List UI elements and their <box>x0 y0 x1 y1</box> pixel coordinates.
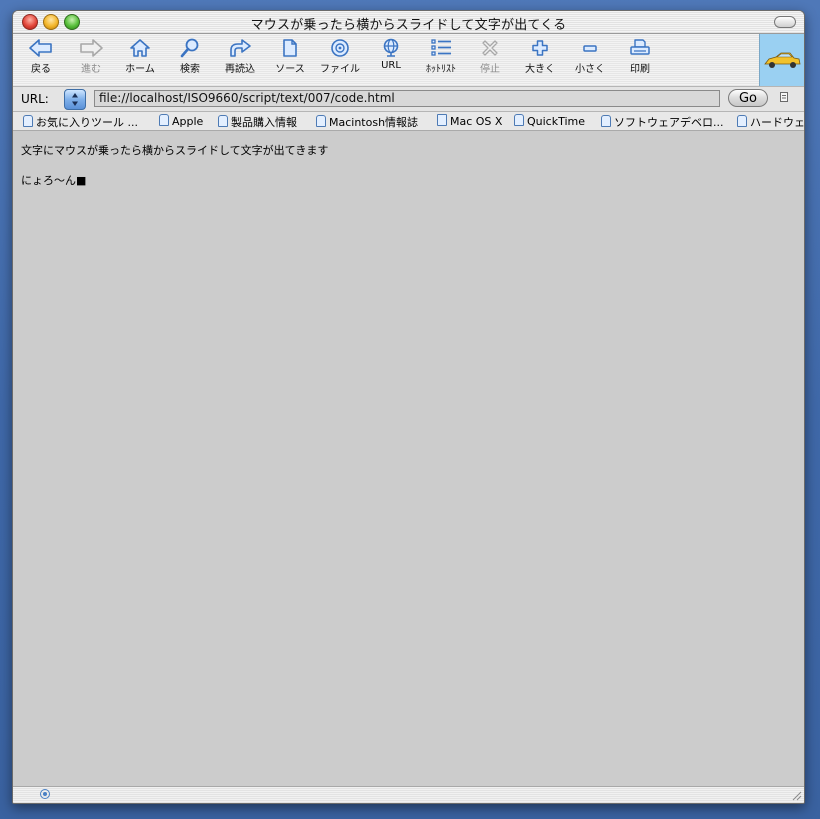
reload-label: 再読込 <box>225 64 255 75</box>
favorite-label: QuickTime <box>527 115 586 128</box>
hotlist-button[interactable]: ﾎｯﾄﾘｽﾄ <box>416 36 466 82</box>
url-input[interactable] <box>94 90 720 107</box>
search-label: 検索 <box>180 64 200 75</box>
page-content: 文字にマウスが乗ったら横からスライドして文字が出てきます にょろ〜ん■ <box>13 131 804 786</box>
favorite-item[interactable]: お気に入りツール ... <box>23 114 138 130</box>
url-button[interactable]: URL <box>366 36 416 82</box>
print-label: 印刷 <box>630 64 650 75</box>
folder-icon <box>159 114 169 126</box>
browser-window: マウスが乗ったら横からスライドして文字が出てくる 戻る 進む ホーム 検索 再読… <box>12 10 805 804</box>
favorite-item[interactable]: ハードウェ <box>737 114 804 130</box>
file-label: ファイル <box>320 64 360 75</box>
hotlist-icon <box>431 39 451 56</box>
description-text: 文字にマウスが乗ったら横からスライドして文字が出てきます <box>21 144 329 157</box>
folder-icon <box>737 115 747 127</box>
favorite-label: Mac OS X <box>450 115 503 128</box>
larger-text-button[interactable]: 大きく <box>515 36 565 82</box>
folder-icon <box>514 114 524 126</box>
history-stepper-button[interactable] <box>64 89 86 110</box>
back-button[interactable]: 戻る <box>16 36 66 82</box>
hotlist-label: ﾎｯﾄﾘｽﾄ <box>426 64 456 75</box>
folder-icon <box>23 115 33 127</box>
source-document-icon <box>283 39 297 57</box>
file-button[interactable]: ファイル <box>315 36 365 82</box>
search-button[interactable]: 検索 <box>165 36 215 82</box>
larger-text-label: 大きく <box>525 64 555 75</box>
window-title: マウスが乗ったら横からスライドして文字が出てくる <box>250 18 567 33</box>
stop-label: 停止 <box>480 64 500 75</box>
favorite-item[interactable]: ソフトウェアデベロ... <box>601 114 724 130</box>
favorites-bar: お気に入りツール ... Apple 製品購入情報 Macintosh情報誌 M… <box>13 112 804 131</box>
forward-label: 進む <box>81 64 101 75</box>
favorite-label: お気に入りツール ... <box>36 116 138 129</box>
favorite-item[interactable]: Mac OS X <box>437 114 502 128</box>
favorite-label: Apple <box>172 115 204 128</box>
source-label: ソース <box>275 64 305 75</box>
favorite-item[interactable]: Macintosh情報誌 <box>316 114 418 130</box>
connection-status-icon <box>40 789 50 799</box>
folder-icon <box>316 115 326 127</box>
stop-button[interactable]: 停止 <box>465 36 515 82</box>
favorite-label: ソフトウェアデベロ... <box>614 116 724 129</box>
url-globe-icon <box>383 38 399 57</box>
reload-icon <box>230 39 251 57</box>
up-down-arrows-icon <box>72 93 78 106</box>
forward-button[interactable]: 進む <box>66 36 116 82</box>
smaller-text-label: 小さく <box>575 64 605 75</box>
toolbar-toggle-button[interactable] <box>774 16 796 28</box>
home-label: ホーム <box>125 64 155 75</box>
favorite-item[interactable]: QuickTime <box>514 114 585 128</box>
page-holder-icon[interactable] <box>779 91 789 106</box>
toolbar: 戻る 進む ホーム 検索 再読込 ソース ファイル URL ﾎｯﾄﾘｽﾄ 停止 … <box>13 34 804 87</box>
back-label: 戻る <box>31 64 51 75</box>
back-arrow-icon <box>29 39 52 57</box>
favorite-item[interactable]: Apple <box>159 114 203 128</box>
address-label: URL: <box>21 92 49 106</box>
address-bar: URL: Go <box>13 87 804 112</box>
status-bar <box>13 786 804 803</box>
page-icon <box>437 114 447 126</box>
source-button[interactable]: ソース <box>265 36 315 82</box>
title-bar[interactable]: マウスが乗ったら横からスライドして文字が出てくる <box>13 11 804 34</box>
print-button[interactable]: 印刷 <box>615 36 665 82</box>
print-icon <box>630 39 650 55</box>
go-button[interactable]: Go <box>728 89 768 107</box>
minus-icon <box>583 45 597 52</box>
car-logo-icon <box>764 52 801 68</box>
url-label: URL <box>381 60 401 71</box>
file-disc-icon <box>331 39 349 57</box>
favorite-label: Macintosh情報誌 <box>329 116 419 129</box>
favorite-label: ハードウェ <box>750 116 804 129</box>
search-icon <box>180 38 199 58</box>
hover-slide-text[interactable]: にょろ〜ん■ <box>21 172 86 188</box>
smaller-text-button[interactable]: 小さく <box>565 36 615 82</box>
favorite-item[interactable]: 製品購入情報 <box>218 114 297 130</box>
folder-icon <box>218 115 228 127</box>
home-button[interactable]: ホーム <box>115 36 165 82</box>
home-icon <box>130 39 150 57</box>
stop-icon <box>482 40 498 56</box>
brand-logo <box>759 34 804 86</box>
plus-icon <box>532 40 548 56</box>
folder-icon <box>601 115 611 127</box>
reload-button[interactable]: 再読込 <box>215 36 265 82</box>
forward-arrow-icon <box>80 39 103 57</box>
resize-grip-icon[interactable] <box>791 790 802 801</box>
favorite-label: 製品購入情報 <box>231 116 297 129</box>
